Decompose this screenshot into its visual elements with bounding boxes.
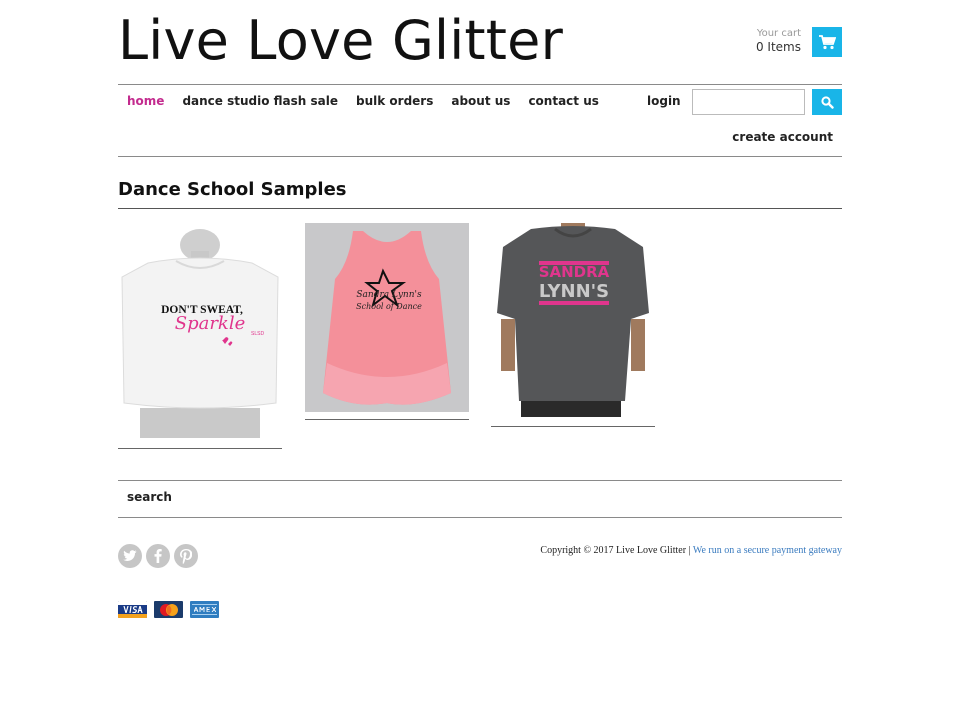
social-links	[118, 544, 202, 568]
product-image-tank: Sandra Lynn's School of Dance	[323, 231, 451, 405]
product-image-shirt: DON'T SWEAT, Sparkle SLSD	[121, 229, 279, 438]
header-divider	[118, 84, 842, 85]
main-nav: home dance studio flash sale bulk orders…	[118, 94, 608, 110]
nav-item-home[interactable]: home	[127, 94, 164, 110]
cart-summary[interactable]: Your cart 0 Items	[756, 27, 801, 55]
svg-text:SANDRA: SANDRA	[539, 263, 610, 281]
facebook-icon[interactable]	[146, 544, 170, 568]
shopping-cart-icon	[818, 34, 836, 49]
nav-item-about-us[interactable]: about us	[451, 94, 510, 110]
cart-button[interactable]	[812, 27, 842, 57]
svg-text:LYNN'S: LYNN'S	[539, 281, 609, 302]
product-card[interactable]: Sandra Lynn's School of Dance	[305, 223, 469, 421]
pinterest-icon[interactable]	[174, 544, 198, 568]
product-card[interactable]: SANDRA LYNN'S	[491, 223, 655, 428]
search-input[interactable]	[692, 89, 805, 115]
search-button[interactable]	[812, 89, 842, 115]
amex-icon	[190, 601, 219, 618]
nav-item-dance-studio-flash-sale[interactable]: dance studio flash sale	[182, 94, 338, 110]
page: Live Love Glitter Your cart 0 Items home…	[118, 0, 842, 720]
payment-methods	[118, 601, 226, 618]
nav-divider	[118, 156, 842, 157]
footer-search-link[interactable]: search	[127, 490, 172, 504]
visa-icon	[118, 601, 147, 618]
product-underline	[118, 448, 282, 449]
product-image[interactable]: Sandra Lynn's School of Dance	[305, 223, 469, 412]
page-title: Dance School Samples	[118, 179, 347, 200]
twitter-icon[interactable]	[118, 544, 142, 568]
footer-bottom-divider	[118, 517, 842, 518]
create-account-link[interactable]: create account	[732, 130, 833, 144]
mastercard-icon	[154, 601, 183, 618]
nav-item-contact-us[interactable]: contact us	[528, 94, 598, 110]
cart-widget[interactable]: Your cart 0 Items	[756, 27, 842, 57]
footer-top-divider	[118, 480, 842, 481]
svg-text:School of Dance: School of Dance	[356, 302, 422, 311]
title-divider	[118, 208, 842, 209]
payment-gateway-link[interactable]: We run on a secure payment gateway	[693, 545, 842, 556]
product-image[interactable]: SANDRA LYNN'S	[491, 223, 655, 419]
cart-label: Your cart	[756, 28, 801, 39]
search-icon	[820, 95, 834, 109]
nav-item-bulk-orders[interactable]: bulk orders	[356, 94, 433, 110]
copyright-label: Copyright © 2017 Live Love Glitter |	[540, 545, 693, 556]
svg-text:Sandra Lynn's: Sandra Lynn's	[356, 290, 422, 300]
product-underline	[491, 426, 655, 427]
product-image[interactable]: DON'T SWEAT, Sparkle SLSD	[118, 223, 282, 440]
product-underline	[305, 419, 469, 420]
svg-text:Sparkle: Sparkle	[175, 313, 246, 334]
product-image-tee: SANDRA LYNN'S	[497, 223, 649, 417]
store-logo[interactable]: Live Love Glitter	[118, 10, 563, 72]
cart-count: 0 Items	[755, 40, 801, 54]
copyright-text: Copyright © 2017 Live Love Glitter | We …	[540, 545, 842, 556]
product-card[interactable]: DON'T SWEAT, Sparkle SLSD	[118, 223, 282, 451]
login-link[interactable]: login	[647, 94, 681, 108]
svg-text:SLSD: SLSD	[251, 331, 264, 337]
